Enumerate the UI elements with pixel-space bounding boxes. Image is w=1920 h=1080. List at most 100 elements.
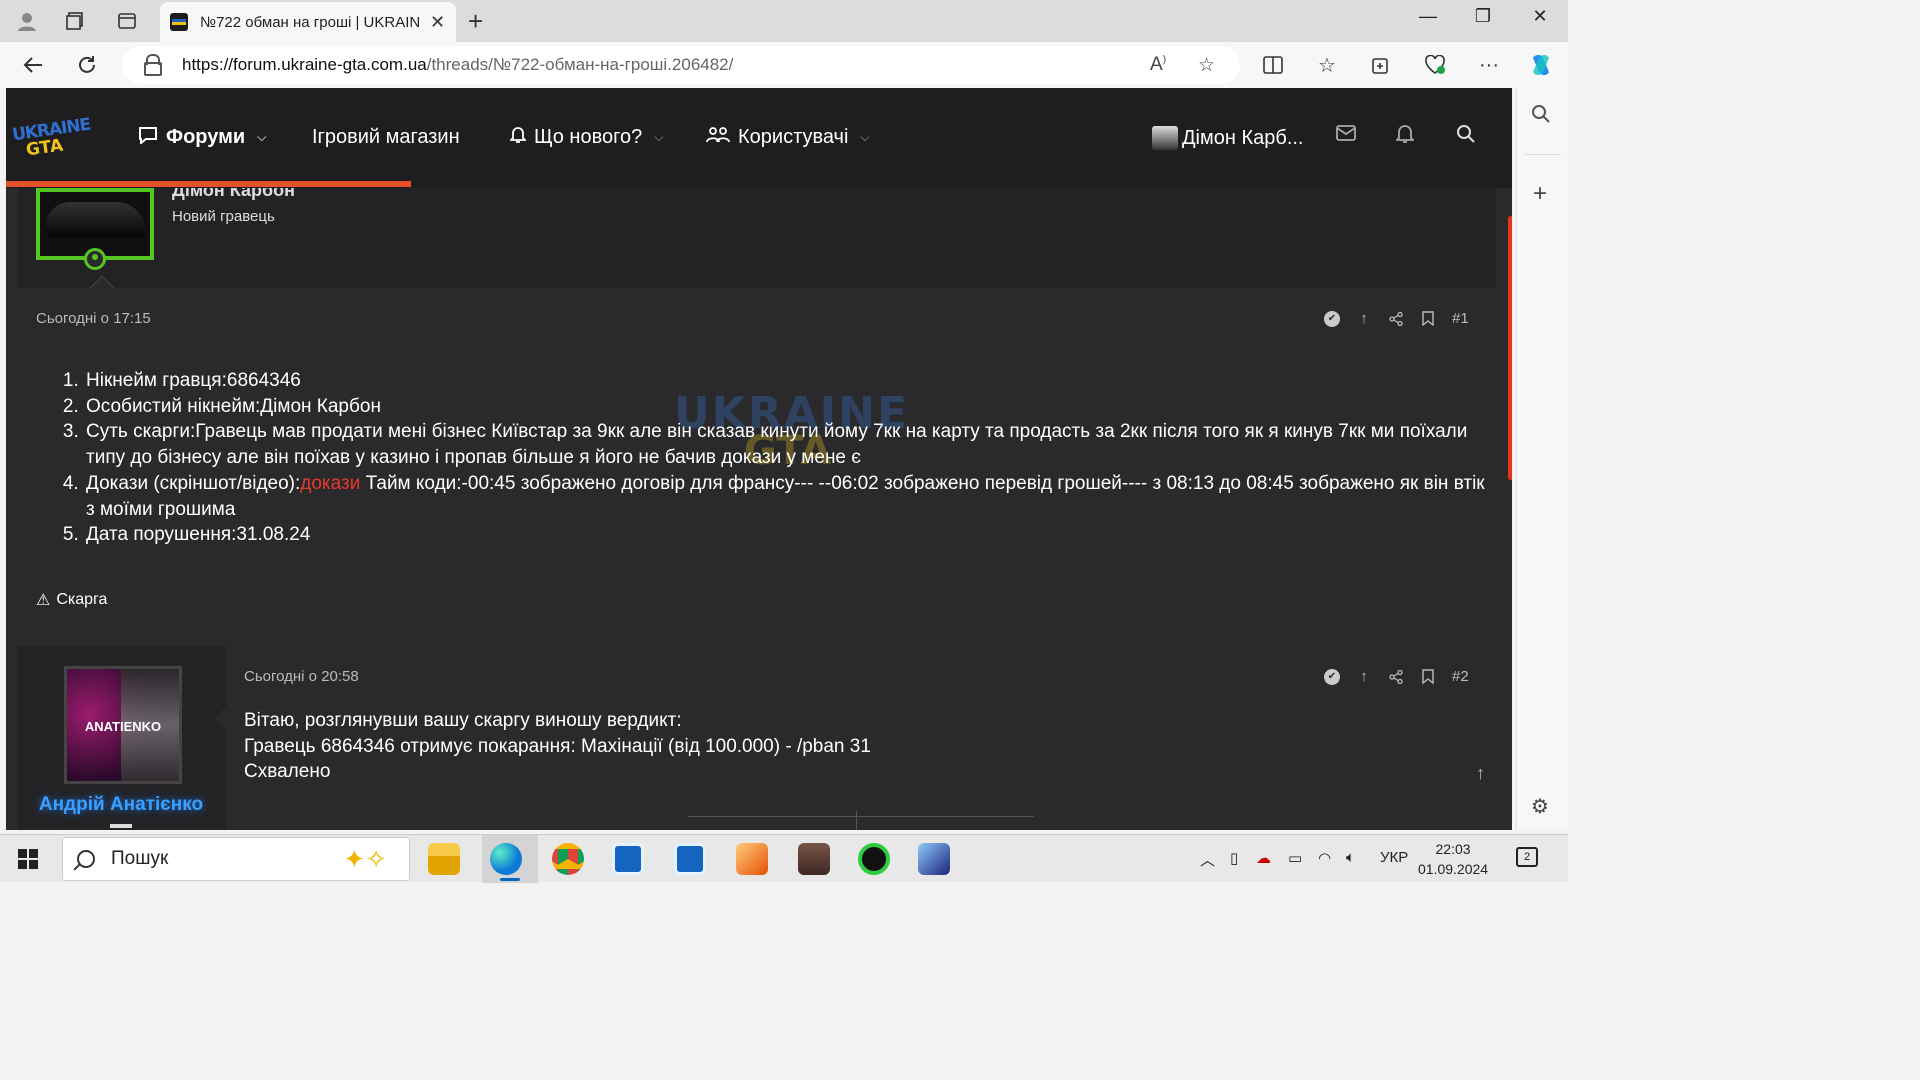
refresh-icon[interactable] [72,50,102,80]
post2-actions: ✔ ↑ #2 [1324,668,1469,685]
edge-browser-icon[interactable] [490,843,522,875]
upvote-arrow-icon[interactable]: ↑ [1356,668,1372,685]
reading-progress-bar [6,181,411,187]
notification-center-icon[interactable]: 2 [1516,847,1538,867]
edge-sidebar: + ⚙ [1516,88,1568,830]
nav-shop[interactable]: Ігровий магазин [312,126,460,149]
workspaces-icon[interactable] [60,6,90,36]
alerts-bell-icon[interactable] [1394,124,1416,150]
post1-author-block [18,188,1496,288]
scroll-to-top-icon[interactable]: ↑ [1476,763,1485,784]
app-window-icon[interactable] [612,843,644,875]
chat-bubble-icon [138,126,158,149]
tray-chevron-up-icon[interactable]: ︿ [1200,849,1215,870]
favorite-star-icon[interactable]: ☆ [1198,54,1215,77]
list-item: Дата порушення:31.08.24 [84,522,1486,548]
bell-icon [508,126,528,149]
new-tab-icon[interactable]: + [468,6,483,37]
lock-icon[interactable] [144,54,162,76]
collections-icon[interactable] [1366,50,1396,80]
profile-icon[interactable] [12,6,42,36]
attached-images[interactable] [688,811,1034,830]
sidebar-settings-icon[interactable]: ⚙ [1531,794,1549,819]
file-explorer-icon[interactable] [428,843,460,875]
clock-time: 22:03 [1435,841,1471,857]
chevron-down-icon[interactable]: ⌵ [654,130,663,145]
nav-shop-label: Ігровий магазин [312,126,460,148]
language-indicator[interactable]: УКР [1380,849,1408,866]
minimize-icon[interactable]: — [1408,6,1448,27]
browser-essentials-icon[interactable] [1420,50,1450,80]
close-tab-icon[interactable]: ✕ [430,12,445,33]
clock-date: 01.09.2024 [1418,861,1489,877]
taskbar-search[interactable]: Пошук ✦✧ [62,837,410,881]
taskbar: Пошук ✦✧ ︿ ▯ ☁ ▭ ◠ 🔈︎ УКР 22:03 01.09.20… [0,834,1568,883]
post2-pointer [212,706,226,732]
back-icon[interactable] [18,50,48,80]
sidebar-add-icon[interactable]: + [1533,180,1547,208]
inbox-icon[interactable] [1336,124,1356,147]
game-launcher-icon[interactable] [736,843,768,875]
chrome-icon[interactable] [552,843,584,875]
sidebar-divider [1525,154,1561,155]
chevron-down-icon[interactable]: ⌵ [257,130,266,145]
battery-icon[interactable]: ▭ [1288,849,1302,867]
split-screen-icon[interactable] [1258,50,1288,80]
post1-date[interactable]: Сьогодні о 17:15 [36,310,151,327]
url-field[interactable]: https://forum.ukraine-gta.com.ua/threads… [122,46,1240,84]
browser-tab-strip: №722 обман на гроші | UKRAINE GTA ✕ + — … [0,0,1568,42]
url-host: https://forum.ukraine-gta.com.ua [182,55,427,74]
nav-forums-label: Форуми [166,126,246,148]
page-scrollbar[interactable] [1508,216,1512,480]
post1-author-title: Новий гравець [172,208,275,225]
close-window-icon[interactable]: ✕ [1520,6,1560,27]
wifi-icon[interactable]: ◠ [1318,849,1331,867]
post1-number[interactable]: #1 [1452,310,1469,327]
onedrive-error-icon[interactable]: ☁ [1256,849,1271,867]
ukraine-gta-launcher-icon[interactable] [918,843,950,875]
music-app-icon[interactable] [858,843,890,875]
clock[interactable]: 22:03 01.09.2024 [1418,839,1488,879]
verdict-line: Вітаю, розглянувши вашу скаргу виношу ве… [244,710,682,731]
online-status-icon [84,248,106,270]
bookmark-icon[interactable] [1420,669,1436,685]
vertical-tabs-icon[interactable] [112,6,142,36]
restore-icon[interactable]: ❐ [1463,6,1503,27]
share-icon[interactable] [1388,311,1404,327]
share-icon[interactable] [1388,669,1404,685]
site-logo[interactable]: UKRAINE GTA [10,115,91,161]
post2-author-name[interactable]: Андрій Анатієнко [26,794,216,816]
report-button[interactable]: ⚠ Скарга [36,590,107,610]
copilot-icon[interactable] [1526,50,1556,80]
chevron-down-icon[interactable]: ⌵ [860,130,869,145]
nav-users[interactable]: Користувачі ⌵ [706,126,870,149]
more-menu-icon[interactable]: ··· [1474,50,1504,80]
url-path: /threads/№722-обман-на-гроші.206482/ [426,55,734,74]
tab-title: №722 обман на гроші | UKRAINE GTA [200,13,420,31]
nav-forums[interactable]: Форуми ⌵ [138,126,266,149]
volume-icon[interactable]: 🔈︎ [1346,849,1355,866]
complaint-text: Нікнейм гравця:6864346 Особистий нікнейм… [66,368,1486,548]
evidence-link[interactable]: докази [300,473,360,494]
app-window-icon-2[interactable] [674,843,706,875]
account-menu[interactable]: Дімон Карб... [1152,126,1303,150]
react-icon[interactable]: ✔ [1324,310,1340,327]
sidebar-search-icon[interactable] [1531,104,1551,130]
upvote-arrow-icon[interactable]: ↑ [1356,310,1372,327]
warning-icon: ⚠ [36,592,51,609]
list-item: Суть скарги:Гравець мав продати мені біз… [84,419,1486,470]
read-aloud-icon[interactable]: A) [1150,54,1166,76]
react-icon[interactable]: ✔ [1324,668,1340,685]
active-tab[interactable]: №722 обман на гроші | UKRAINE GTA ✕ [160,2,456,42]
bookmark-icon[interactable] [1420,311,1436,327]
post2-avatar[interactable]: ANATIENKO [64,666,182,784]
windows-start-icon[interactable] [18,849,38,869]
favorites-icon[interactable]: ☆ [1312,50,1342,80]
tray-device-icon[interactable]: ▯ [1230,849,1238,867]
game-icon[interactable] [798,843,830,875]
nav-whats-new[interactable]: Що нового? ⌵ [508,126,663,149]
post2-number[interactable]: #2 [1452,668,1469,685]
search-icon[interactable] [1456,124,1476,150]
nav-users-label: Користувачі [738,126,849,148]
post2-date[interactable]: Сьогодні о 20:58 [244,668,359,685]
